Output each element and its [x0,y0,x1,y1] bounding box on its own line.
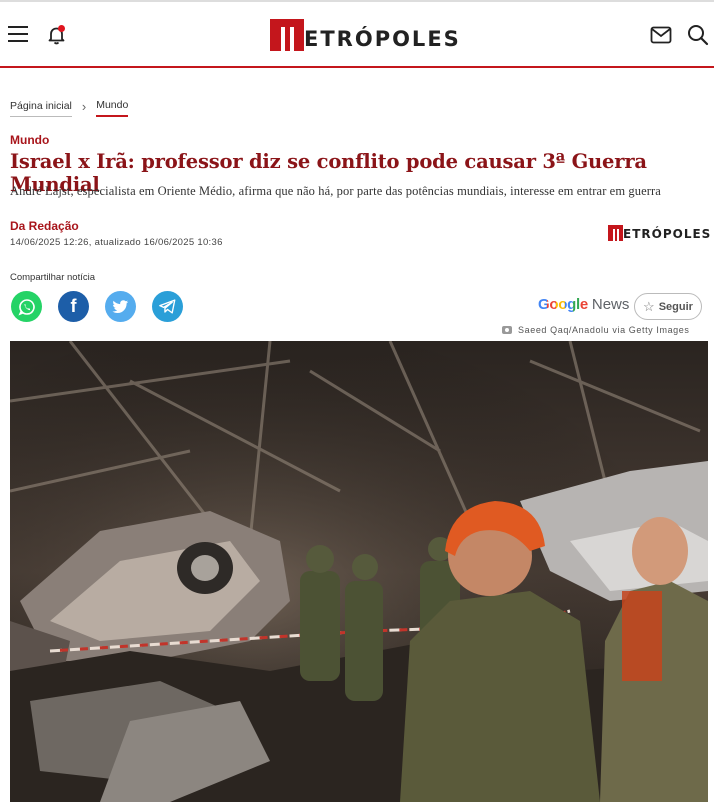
photo-credit: Saeed Qaq/Anadolu via Getty Images [502,325,690,335]
twitter-share-button[interactable] [105,291,136,322]
section-label[interactable]: Mundo [10,133,49,147]
mail-icon[interactable] [650,26,672,44]
google-news-link[interactable]: Google News [538,296,629,313]
star-icon: ☆ [643,298,655,314]
breadcrumb-home[interactable]: Página inicial [10,100,72,117]
logo-text: ETRÓPOLES [304,27,461,51]
header-top-line [0,0,714,2]
whatsapp-icon [17,298,35,315]
publisher-logo-text: ETRÓPOLES [623,227,712,241]
publisher-logo: ETRÓPOLES [608,224,711,241]
share-label: Compartilhar notícia [10,272,96,283]
photo-credit-text: Saeed Qaq/Anadolu via Getty Images [518,325,690,335]
search-icon[interactable] [686,23,710,47]
telegram-icon [159,299,176,314]
facebook-icon: f [70,296,77,316]
chevron-right-icon: › [81,98,87,114]
article-subtitle: André Lajst, especialista em Oriente Méd… [10,184,661,198]
google-wordmark: Google [538,296,588,313]
twitter-icon [112,299,129,313]
brand-logo[interactable]: ETRÓPOLES [270,18,461,52]
whatsapp-share-button[interactable] [11,291,42,322]
facebook-share-button[interactable]: f [58,291,89,322]
logo-m-mark [270,19,304,51]
logo-m-mark [608,224,623,241]
article-photo [10,341,708,802]
telegram-share-button[interactable] [152,291,183,322]
follow-label: Seguir [658,300,693,313]
bell-icon[interactable] [46,24,68,46]
menu-icon[interactable] [8,26,28,44]
breadcrumb: Página inicial › Mundo [10,98,129,118]
article-author[interactable]: Da Redação [10,219,79,233]
photo-scene [10,341,708,802]
article-dates: 14/06/2025 12:26, atualizado 16/06/2025 … [10,237,223,248]
breadcrumb-current[interactable]: Mundo [96,99,129,117]
camera-icon [502,326,512,334]
news-wordmark: News [591,296,630,313]
site-header: ETRÓPOLES [0,0,714,68]
follow-button[interactable]: ☆ Seguir [634,293,702,320]
